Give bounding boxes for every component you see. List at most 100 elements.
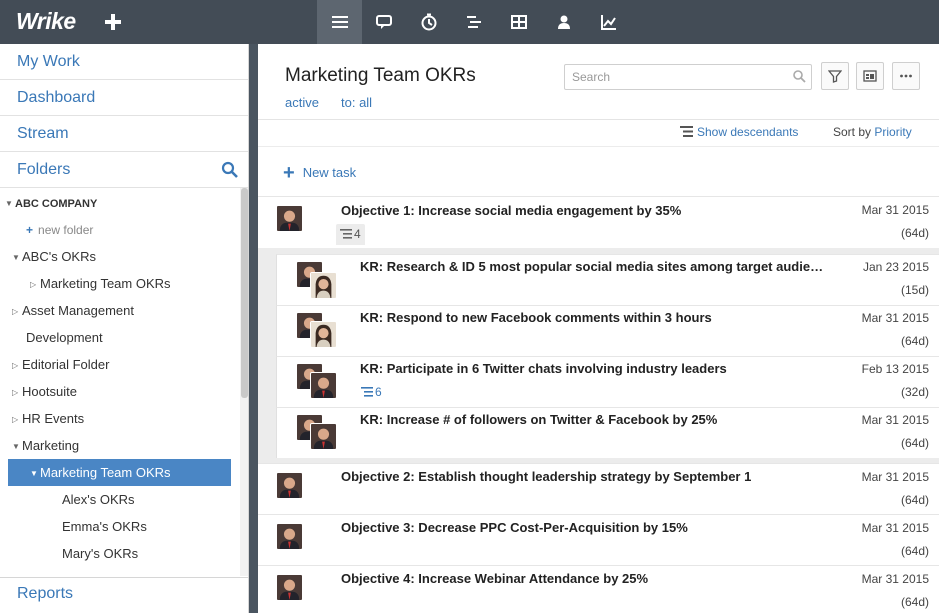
tree-item-label: ABC's OKRs (22, 249, 96, 264)
new-folder-link[interactable]: + new folder (0, 216, 240, 243)
main-panel: Marketing Team OKRs active to: all Show … (258, 44, 939, 613)
tree-item-asset-management[interactable]: ▷ Asset Management (0, 297, 240, 324)
user-icon[interactable] (541, 0, 586, 44)
chat-icon[interactable] (361, 0, 406, 44)
list-view-icon[interactable] (317, 0, 362, 44)
show-descendants-toggle[interactable]: Show descendants (680, 125, 798, 139)
tree-item-hootsuite[interactable]: ▷ Hootsuite (0, 378, 240, 405)
collapsed-triangle-icon[interactable]: ▷ (12, 379, 22, 406)
tree-item-label: Development (26, 330, 103, 345)
task-row[interactable]: Objective 1: Increase social media engag… (258, 196, 939, 248)
task-due-date: Mar 31 2015 (861, 572, 929, 586)
tree-icon (680, 126, 693, 137)
sort-control[interactable]: Sort by Priority (833, 125, 912, 139)
folder-info-icon (863, 70, 877, 82)
task-row[interactable]: KR: Respond to new Facebook comments wit… (276, 305, 939, 356)
task-due-date: Jan 23 2015 (862, 260, 929, 274)
task-row[interactable]: Objective 4: Increase Webinar Attendance… (258, 565, 939, 613)
sidebar-item-my-work[interactable]: My Work (0, 44, 248, 80)
tree-item-label: Marketing Team OKRs (40, 465, 171, 480)
avatar[interactable] (276, 574, 303, 601)
task-row[interactable]: KR: Research & ID 5 most popular social … (276, 254, 939, 305)
avatar[interactable] (276, 205, 303, 232)
task-duration: (64d) (900, 595, 929, 609)
collapsed-triangle-icon[interactable]: ▷ (30, 271, 40, 298)
task-duration: (15d) (900, 283, 929, 297)
task-row[interactable]: Objective 3: Decrease PPC Cost-Per-Acqui… (258, 514, 939, 565)
tree-item-label: Marketing Team OKRs (40, 276, 171, 291)
tree-item-alexs-okrs[interactable]: Alex's OKRs (0, 486, 240, 513)
expanded-triangle-icon[interactable]: ▼ (12, 244, 22, 271)
subtask-count: 6 (375, 385, 382, 399)
task-title[interactable]: KR: Participate in 6 Twitter chats invol… (360, 361, 825, 376)
tree-item-marys-okrs[interactable]: Mary's OKRs (0, 540, 240, 567)
task-title[interactable]: Objective 3: Decrease PPC Cost-Per-Acqui… (341, 520, 821, 535)
new-task-button[interactable]: + New task (283, 162, 356, 185)
sidebar-item-dashboard[interactable]: Dashboard (0, 80, 248, 116)
sidebar-item-stream[interactable]: Stream (0, 116, 248, 152)
analytics-icon[interactable] (586, 0, 631, 44)
add-icon[interactable] (99, 7, 127, 37)
avatar[interactable] (310, 321, 337, 348)
tree-item-abcs-okrs[interactable]: ▼ ABC's OKRs (0, 243, 240, 270)
task-duration: (32d) (900, 385, 929, 399)
more-icon (900, 74, 912, 78)
avatar[interactable] (310, 272, 337, 299)
assignee-filter[interactable]: to: all (341, 95, 372, 110)
tree-item-hr-events[interactable]: ▷ HR Events (0, 405, 240, 432)
gantt-icon[interactable] (451, 0, 496, 44)
subtask-count-badge[interactable]: 4 (336, 224, 365, 245)
avatar[interactable] (310, 423, 337, 450)
search-icon[interactable] (221, 161, 239, 179)
sidebar: My Work Dashboard Stream Folders ▼ ABC CO… (0, 44, 249, 613)
sidebar-resize-handle[interactable] (249, 44, 258, 613)
tree-item-development[interactable]: Development (0, 324, 240, 351)
task-row[interactable]: KR: Participate in 6 Twitter chats invol… (276, 356, 939, 407)
avatar[interactable] (276, 472, 303, 499)
tree-item-editorial-folder[interactable]: ▷ Editorial Folder (0, 351, 240, 378)
expanded-triangle-icon[interactable]: ▼ (5, 190, 15, 217)
task-title[interactable]: Objective 2: Establish thought leadershi… (341, 469, 821, 484)
task-title[interactable]: KR: Increase # of followers on Twitter &… (360, 412, 825, 427)
task-row[interactable]: Objective 2: Establish thought leadershi… (258, 463, 939, 514)
avatar[interactable] (276, 523, 303, 550)
expanded-triangle-icon[interactable]: ▼ (12, 433, 22, 460)
collapsed-triangle-icon[interactable]: ▷ (12, 406, 22, 433)
subtask-count-badge[interactable]: 6 (361, 385, 382, 399)
tree-item-label: Emma's OKRs (62, 519, 147, 534)
more-options-button[interactable] (892, 62, 920, 90)
tree-item-emmas-okrs[interactable]: Emma's OKRs (0, 513, 240, 540)
task-duration: (64d) (900, 436, 929, 450)
task-title[interactable]: Objective 1: Increase social media engag… (341, 203, 821, 218)
task-title[interactable]: Objective 4: Increase Webinar Attendance… (341, 571, 821, 586)
sort-label: Sort by (833, 125, 872, 139)
task-duration: (64d) (900, 226, 929, 240)
sidebar-scrollbar-thumb[interactable] (241, 188, 248, 398)
tree-item-marketing-team-okrs-selected[interactable]: ▼ Marketing Team OKRs (8, 459, 231, 486)
sort-value[interactable]: Priority (874, 125, 911, 139)
avatar[interactable] (310, 372, 337, 399)
expanded-triangle-icon[interactable]: ▼ (30, 460, 40, 487)
tree-item-marketing[interactable]: ▼ Marketing (0, 432, 240, 459)
tree-item-marketing-team-okrs[interactable]: ▷ Marketing Team OKRs (0, 270, 240, 297)
status-filter[interactable]: active (285, 95, 319, 110)
task-title[interactable]: KR: Research & ID 5 most popular social … (360, 259, 825, 274)
task-duration: (64d) (900, 493, 929, 507)
tree-item-label: HR Events (22, 411, 85, 426)
task-row[interactable]: KR: Increase # of followers on Twitter &… (276, 407, 939, 458)
task-title[interactable]: KR: Respond to new Facebook comments wit… (360, 310, 825, 325)
tree-item-company[interactable]: ▼ ABC COMPANY (0, 189, 240, 216)
search-input[interactable] (564, 64, 812, 90)
collapsed-triangle-icon[interactable]: ▷ (12, 352, 22, 379)
tree-item-label: Asset Management (22, 303, 135, 318)
table-icon[interactable] (496, 0, 541, 44)
folder-info-button[interactable] (856, 62, 884, 90)
timer-icon[interactable] (406, 0, 451, 44)
sidebar-item-reports[interactable]: Reports (0, 577, 248, 613)
filter-button[interactable] (821, 62, 849, 90)
collapsed-triangle-icon[interactable]: ▷ (12, 298, 22, 325)
sidebar-item-label: Folders (17, 161, 71, 178)
wrike-logo[interactable]: Wrike (16, 8, 76, 35)
sidebar-item-folders[interactable]: Folders (0, 152, 248, 188)
page-title: Marketing Team OKRs (285, 65, 476, 86)
